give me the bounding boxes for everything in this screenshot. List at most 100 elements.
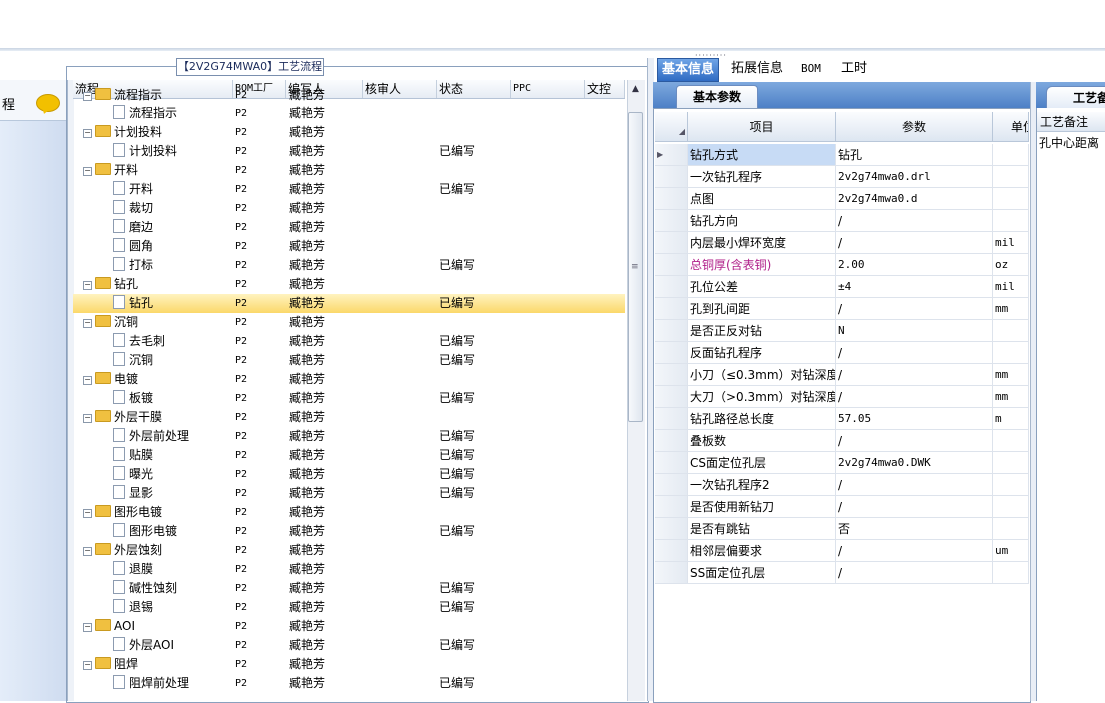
tree-row[interactable]: 流程指示 P2 臧艳芳	[73, 104, 625, 123]
tree-row[interactable]: 钻孔 P2 臧艳芳 已编写	[73, 294, 625, 313]
tree-row[interactable]: − 流程指示 P2 臧艳芳	[73, 86, 625, 105]
row-indicator[interactable]	[655, 518, 688, 540]
param-value-cell[interactable]: /	[836, 364, 993, 386]
tree-node[interactable]: − 沉铜	[83, 313, 138, 332]
param-row[interactable]: 是否有跳钻否	[655, 518, 1029, 540]
tree-node[interactable]: 曝光	[113, 465, 153, 484]
tab-process-notes[interactable]: 工艺备注	[1046, 86, 1105, 108]
tree-row[interactable]: 磨边 P2 臧艳芳	[73, 218, 625, 237]
param-value-cell[interactable]: /	[836, 232, 993, 254]
tree-row[interactable]: − 阻焊 P2 臧艳芳	[73, 655, 625, 674]
param-value-cell[interactable]: 2v2g74mwa0.DWK	[836, 452, 993, 474]
tree-node[interactable]: 打标	[113, 256, 153, 275]
tree-node[interactable]: 钻孔	[113, 294, 153, 313]
grid-column-header[interactable]: 单位	[993, 112, 1029, 142]
row-indicator[interactable]	[655, 430, 688, 452]
param-row[interactable]: 是否正反对钻 N	[655, 320, 1029, 342]
param-value-cell[interactable]: 2v2g74mwa0.d	[836, 188, 993, 210]
tree-row[interactable]: 外层AOI P2 臧艳芳 已编写	[73, 636, 625, 655]
collapse-icon[interactable]: −	[83, 509, 92, 518]
tree-row[interactable]: 曝光 P2 臧艳芳 已编写	[73, 465, 625, 484]
tree-row[interactable]: − 图形电镀 P2 臧艳芳	[73, 503, 625, 522]
param-value-cell[interactable]: 2.00	[836, 254, 993, 276]
param-value-cell[interactable]: /	[836, 540, 993, 562]
param-row[interactable]: 叠板数 /	[655, 430, 1029, 452]
row-indicator[interactable]	[655, 474, 688, 496]
tree-node[interactable]: 计划投料	[113, 142, 177, 161]
param-row[interactable]: 点图 2v2g74mwa0.d	[655, 188, 1029, 210]
row-indicator[interactable]: ▶	[655, 144, 688, 166]
param-row[interactable]: CS面定位孔层 2v2g74mwa0.DWK	[655, 452, 1029, 474]
row-indicator[interactable]	[655, 364, 688, 386]
tree-row[interactable]: 计划投料 P2 臧艳芳 已编写	[73, 142, 625, 161]
param-value-cell[interactable]: /	[836, 298, 993, 320]
tree-row[interactable]: 外层前处理 P2 臧艳芳 已编写	[73, 427, 625, 446]
param-row[interactable]: 反面钻孔程序 /	[655, 342, 1029, 364]
param-row[interactable]: 钻孔方向 /	[655, 210, 1029, 232]
tree-node[interactable]: 外层前处理	[113, 427, 189, 446]
tree-row[interactable]: − 外层干膜 P2 臧艳芳	[73, 408, 625, 427]
row-indicator[interactable]	[655, 386, 688, 408]
tree-node[interactable]: 开料	[113, 180, 153, 199]
tree-row[interactable]: − 开料 P2 臧艳芳	[73, 161, 625, 180]
row-indicator[interactable]	[655, 496, 688, 518]
tree-node[interactable]: 外层AOI	[113, 636, 174, 655]
param-value-cell[interactable]: /	[836, 474, 993, 496]
tree-node[interactable]: 磨边	[113, 218, 153, 237]
tree-row[interactable]: 开料 P2 臧艳芳 已编写	[73, 180, 625, 199]
row-indicator[interactable]	[655, 342, 688, 364]
param-value-cell[interactable]: /	[836, 562, 993, 584]
collapse-icon[interactable]: −	[83, 376, 92, 385]
param-row[interactable]: 大刀（>0.3mm）对钻深度 / mm	[655, 386, 1029, 408]
param-value-cell[interactable]: 钻孔	[836, 144, 993, 166]
tab-1[interactable]: 拓展信息	[727, 58, 787, 80]
param-value-cell[interactable]: /	[836, 342, 993, 364]
collapse-icon[interactable]: −	[83, 623, 92, 632]
tree-row[interactable]: − 沉铜 P2 臧艳芳	[73, 313, 625, 332]
process-tree[interactable]: 流程 BOM工厂 编写人 核审人 状态 PPC 文控 − 流程指示 P2 臧艳芳 流程指示 P2 臧艳芳…	[73, 80, 625, 701]
row-indicator[interactable]	[655, 562, 688, 584]
tab-3[interactable]: 工时	[837, 58, 871, 80]
row-indicator[interactable]	[655, 452, 688, 474]
tree-node[interactable]: − 电镀	[83, 370, 138, 389]
row-indicator[interactable]	[655, 210, 688, 232]
tree-row[interactable]: − 计划投料 P2 臧艳芳	[73, 123, 625, 142]
param-row[interactable]: 孔到孔间距 / mm	[655, 298, 1029, 320]
tree-node[interactable]: 阻焊前处理	[113, 674, 189, 693]
tree-node[interactable]: − 外层干膜	[83, 408, 162, 427]
tree-node[interactable]: 裁切	[113, 199, 153, 218]
row-indicator[interactable]	[655, 188, 688, 210]
tree-node[interactable]: 贴膜	[113, 446, 153, 465]
collapse-icon[interactable]: −	[83, 547, 92, 556]
param-row[interactable]: SS面定位孔层 /	[655, 562, 1029, 584]
row-indicator[interactable]	[655, 298, 688, 320]
param-row[interactable]: ▶ 钻孔方式 钻孔	[655, 144, 1029, 166]
tree-row[interactable]: 显影 P2 臧艳芳 已编写	[73, 484, 625, 503]
tree-row[interactable]: 打标 P2 臧艳芳 已编写	[73, 256, 625, 275]
tree-row[interactable]: − AOI P2 臧艳芳	[73, 617, 625, 636]
collapse-icon[interactable]: −	[83, 167, 92, 176]
tree-node[interactable]: 圆角	[113, 237, 153, 256]
tree-node[interactable]: 板镀	[113, 389, 153, 408]
row-indicator[interactable]	[655, 166, 688, 188]
tree-node[interactable]: 退膜	[113, 560, 153, 579]
row-indicator[interactable]	[655, 232, 688, 254]
param-value-cell[interactable]: /	[836, 210, 993, 232]
row-indicator[interactable]	[655, 276, 688, 298]
collapse-icon[interactable]: −	[83, 661, 92, 670]
speech-bubble-icon[interactable]	[36, 94, 60, 112]
tree-node[interactable]: 碱性蚀刻	[113, 579, 177, 598]
tree-node[interactable]: − 流程指示	[83, 86, 162, 105]
tree-node[interactable]: − 钻孔	[83, 275, 138, 294]
tree-row[interactable]: 贴膜 P2 臧艳芳 已编写	[73, 446, 625, 465]
tree-node[interactable]: − 计划投料	[83, 123, 162, 142]
tree-row[interactable]: 裁切 P2 臧艳芳	[73, 199, 625, 218]
param-row[interactable]: 是否使用新钻刀 /	[655, 496, 1029, 518]
tree-row[interactable]: 去毛刺 P2 臧艳芳 已编写	[73, 332, 625, 351]
tree-node[interactable]: 去毛刺	[113, 332, 165, 351]
param-row[interactable]: 内层最小焊环宽度 / mil	[655, 232, 1029, 254]
row-indicator[interactable]	[655, 254, 688, 276]
scroll-up-arrow-icon[interactable]: ▲	[627, 80, 644, 98]
tree-node[interactable]: 图形电镀	[113, 522, 177, 541]
tree-node[interactable]: − 阻焊	[83, 655, 138, 674]
